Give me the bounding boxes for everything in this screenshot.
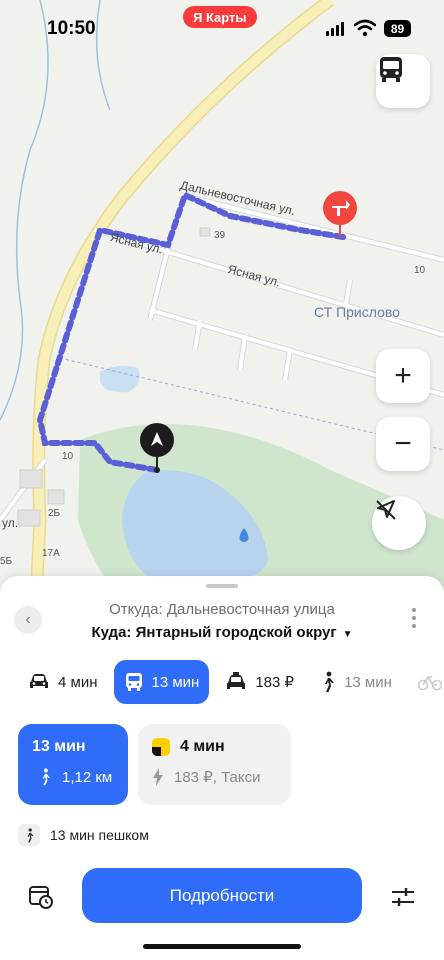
transport-layer-button[interactable]	[376, 54, 430, 108]
taxi-icon	[227, 672, 246, 689]
location-off-icon	[376, 500, 396, 520]
details-button[interactable]: Подробности	[82, 868, 362, 923]
battery-icon: 89	[384, 20, 411, 37]
walk-icon	[325, 671, 335, 692]
map-view[interactable]: Дальневосточная ул. Ясная ул. Ясная ул. …	[0, 0, 444, 600]
transit-route-card[interactable]: 13 мин 1,12 км	[18, 724, 128, 805]
mode-taxi-label: 183 ₽	[255, 674, 295, 691]
caret-down-icon: ▼	[342, 629, 353, 640]
house-number: 39	[214, 230, 226, 241]
bus-icon	[125, 673, 142, 691]
transit-duration: 13 мин	[32, 738, 86, 755]
house-number: 17А	[42, 548, 60, 559]
more-options-button[interactable]	[412, 608, 418, 628]
house-number: 5Б	[0, 556, 13, 567]
mode-bike-tab[interactable]	[408, 660, 444, 704]
mode-transit-label: 13 мин	[151, 673, 200, 691]
taxi-route-card[interactable]: 4 мин 183 ₽, Такси	[138, 724, 291, 805]
walk-distance: 1,12 км	[62, 768, 113, 786]
house-number: 2Б	[48, 508, 61, 519]
zoom-out-button[interactable]: −	[376, 417, 430, 471]
signal-icon	[326, 22, 344, 36]
walk-icon	[26, 827, 34, 842]
mode-walk-label: 13 мин	[344, 673, 392, 691]
taxi-price: 183 ₽, Такси	[174, 769, 261, 786]
house-number: 10	[62, 451, 74, 462]
clock: 10:50	[47, 18, 96, 39]
mode-car-label: 4 мин	[58, 673, 98, 691]
mode-walk-tab[interactable]: 13 мин	[310, 660, 402, 704]
home-indicator	[143, 944, 301, 949]
car-icon	[30, 674, 48, 688]
wifi-icon	[354, 19, 376, 37]
status-bar: 10:50 Я Карты 89	[0, 0, 444, 58]
walk-summary[interactable]: 13 мин пешком	[18, 824, 149, 846]
sheet-grabber[interactable]	[206, 584, 238, 588]
filters-icon[interactable]	[390, 884, 416, 910]
to-location-label: Куда: Янтарный городской округ	[91, 624, 337, 641]
walk-icon	[42, 768, 50, 786]
taxi-duration: 4 мин	[180, 738, 225, 755]
mode-taxi-tab[interactable]: 183 ₽	[215, 660, 304, 704]
app-badge[interactable]: Я Карты	[183, 6, 257, 28]
plus-icon: +	[394, 359, 412, 392]
bottom-action-bar: Подробности	[0, 868, 444, 926]
transport-mode-tabs: 4 мин 13 мин 183 ₽ 13 мин	[18, 660, 444, 704]
schedule-icon[interactable]	[28, 884, 54, 910]
route-options: 13 мин 1,12 км 4 мин 183 ₽, Такси	[18, 724, 291, 805]
bus-icon	[380, 57, 402, 82]
place-label: СТ Прислово	[314, 304, 400, 320]
house-number: 10	[414, 265, 426, 276]
route-sheet: ‹ Откуда: Дальневосточная улица Куда: Ян…	[0, 576, 444, 960]
bike-icon	[417, 675, 442, 691]
pond-small	[100, 365, 140, 393]
location-button[interactable]	[372, 496, 426, 550]
to-location[interactable]: Куда: Янтарный городской округ ▼	[0, 624, 444, 641]
lightning-icon	[153, 768, 163, 786]
mode-car-tab[interactable]: 4 мин	[18, 660, 108, 704]
walk-summary-label: 13 мин пешком	[50, 827, 149, 843]
yandex-taxi-logo-icon	[152, 738, 170, 756]
minus-icon: −	[394, 427, 412, 460]
mode-transit-tab[interactable]: 13 мин	[113, 660, 210, 704]
zoom-in-button[interactable]: +	[376, 349, 430, 403]
street-label: ул.	[2, 516, 19, 530]
from-location[interactable]: Откуда: Дальневосточная улица	[0, 601, 444, 618]
